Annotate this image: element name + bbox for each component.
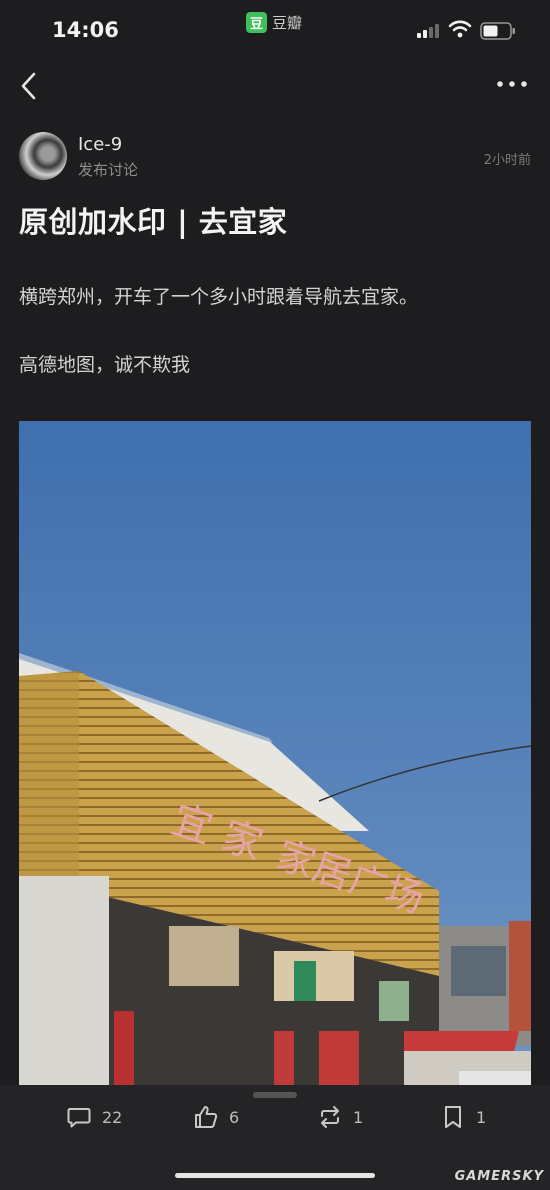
post-title: 原创加水印 | 去宜家 <box>19 205 288 239</box>
more-options-icon[interactable] <box>496 78 528 90</box>
home-indicator[interactable] <box>175 1173 375 1178</box>
wifi-icon <box>448 20 472 38</box>
like-count: 6 <box>229 1107 240 1127</box>
cellular-signal-icon <box>417 24 439 38</box>
storefront-photo: 宜 家 家居广场 <box>19 421 531 1085</box>
thumbs-up-icon <box>195 1106 218 1128</box>
repost-icon <box>321 1106 339 1128</box>
repost-button[interactable]: 1 <box>317 1103 363 1131</box>
bookmark-button[interactable]: 1 <box>440 1103 486 1131</box>
post-time: 2小时前 <box>483 153 531 168</box>
like-button[interactable]: 6 <box>193 1103 239 1131</box>
app-indicator: 豆 豆瓣 <box>246 12 302 33</box>
author-name[interactable]: Ice-9 <box>78 134 122 155</box>
comment-icon <box>67 1108 91 1128</box>
post-author: Ice-9 发布讨论 2小时前 <box>19 130 531 184</box>
post-paragraph: 横跨郑州，开车了一个多小时跟着导航去宜家。 <box>19 286 419 308</box>
comment-count: 22 <box>102 1107 123 1127</box>
comment-button[interactable]: 22 <box>66 1103 122 1131</box>
status-bar: 14:06 豆 豆瓣 <box>0 0 550 60</box>
avatar[interactable] <box>19 132 67 180</box>
status-time: 14:06 <box>52 18 119 42</box>
battery-icon <box>480 22 515 40</box>
top-nav <box>0 60 550 110</box>
bookmark-count: 1 <box>476 1107 487 1127</box>
post-paragraph: 高德地图，诚不欺我 <box>19 354 191 376</box>
bottom-action-bar: 22 6 1 1 GAMERSKY <box>0 1085 550 1190</box>
app-name: 豆瓣 <box>272 14 303 32</box>
watermark: GAMERSKY <box>454 1169 544 1184</box>
back-arrow-icon[interactable] <box>18 72 40 100</box>
post-action-label: 发布讨论 <box>78 161 139 179</box>
drag-handle[interactable] <box>253 1092 297 1098</box>
repost-count: 1 <box>353 1107 364 1127</box>
bookmark-icon <box>445 1106 461 1128</box>
post-photo[interactable]: 宜 家 家居广场 <box>19 421 531 1085</box>
douban-logo-icon: 豆 <box>246 12 267 33</box>
